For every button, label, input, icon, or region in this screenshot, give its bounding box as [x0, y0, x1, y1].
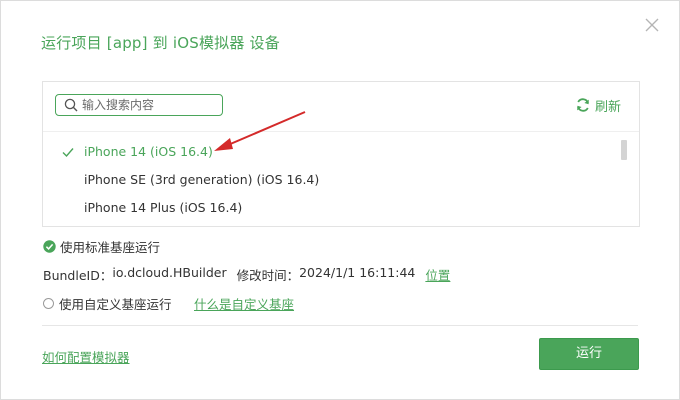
device-name: iPhone 14 Plus (iOS 16.4) — [84, 200, 243, 215]
dialog-title: 运行项目 [app] 到 iOS模拟器 设备 — [41, 34, 280, 52]
refresh-label: 刷新 — [594, 99, 621, 115]
run-ios-simulator-dialog: 运行项目 [app] 到 iOS模拟器 设备 刷新 — [0, 0, 680, 400]
panel-divider — [43, 131, 639, 132]
modified-time-label: 修改时间： — [236, 268, 300, 283]
custom-base-option[interactable]: 使用自定义基座运行 — [43, 294, 172, 313]
refresh-icon — [577, 98, 589, 112]
checked-radio-icon — [43, 240, 56, 253]
device-name: iPhone 14 (iOS 16.4) — [84, 144, 213, 159]
custom-base-label: 使用自定义基座运行 — [59, 297, 172, 312]
location-link[interactable]: 位置 — [425, 265, 450, 284]
custom-base-help-link[interactable]: 什么是自定义基座 — [194, 294, 294, 313]
check-icon — [62, 148, 74, 158]
radio-button[interactable] — [43, 298, 54, 309]
footer-divider — [42, 325, 638, 326]
scrollbar-thumb[interactable] — [621, 140, 627, 160]
standard-base-option[interactable]: 使用标准基座运行 — [43, 237, 160, 256]
device-panel: 刷新 iPhone 14 (iOS 16.4) iPhone SE (3rd g… — [42, 81, 640, 227]
device-item-iphone-14[interactable]: iPhone 14 (iOS 16.4) — [43, 140, 603, 164]
device-name: iPhone SE (3rd generation) (iOS 16.4) — [84, 172, 320, 187]
search-icon — [64, 98, 78, 112]
refresh-button[interactable]: 刷新 — [575, 96, 621, 115]
modified-time-value: 2024/1/1 16:11:44 — [299, 265, 416, 280]
bundle-id-label: BundleID： — [43, 268, 113, 283]
run-button[interactable]: 运行 — [539, 338, 639, 370]
search-box[interactable] — [55, 94, 223, 116]
device-item-iphone-se[interactable]: iPhone SE (3rd generation) (iOS 16.4) — [43, 168, 603, 192]
bundle-id-value: io.dcloud.HBuilder — [112, 265, 227, 280]
configure-simulator-link[interactable]: 如何配置模拟器 — [42, 347, 130, 366]
device-item-iphone-14-plus[interactable]: iPhone 14 Plus (iOS 16.4) — [43, 196, 603, 220]
search-input[interactable] — [82, 96, 218, 114]
bundle-info: BundleID： io.dcloud.HBuilder 修改时间： 2024/… — [43, 265, 450, 284]
close-icon[interactable] — [643, 16, 661, 34]
standard-base-label: 使用标准基座运行 — [60, 240, 161, 255]
